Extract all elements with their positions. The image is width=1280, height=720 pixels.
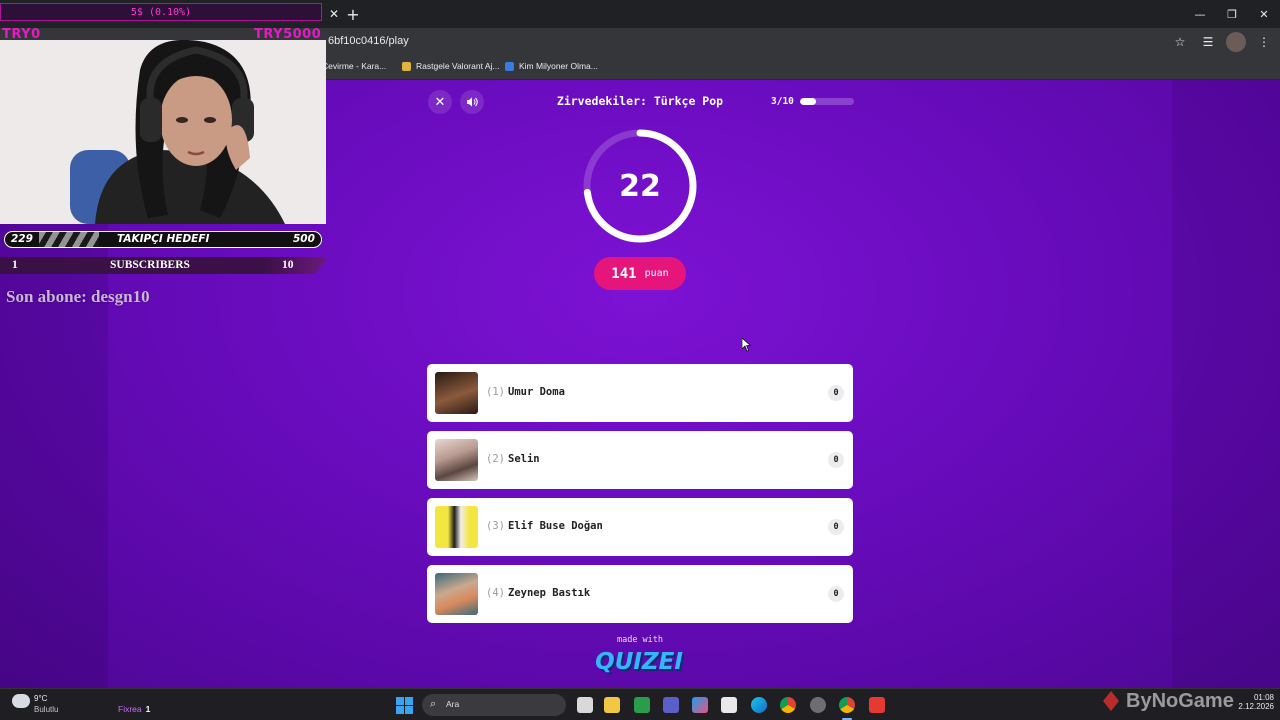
- edge-icon[interactable]: [751, 697, 767, 713]
- option-index: (1): [486, 386, 505, 398]
- bookmark-favicon-icon: [402, 61, 411, 71]
- bookmark-item[interactable]: Rastgele Valorant Aj...: [402, 61, 499, 71]
- close-quiz-button[interactable]: ✕: [428, 90, 452, 114]
- artist-thumbnail: [435, 439, 478, 481]
- option-count: 0: [828, 519, 844, 535]
- subscriber-goal-bar: 1 SUBSCRIBERS 10: [0, 257, 328, 274]
- follower-goal-label: TAKIPÇI HEDEFI: [117, 233, 210, 245]
- taskbar-search[interactable]: ⌕ Ara: [422, 694, 566, 716]
- task-view-icon[interactable]: [577, 697, 593, 713]
- search-icon: ⌕: [430, 697, 437, 710]
- answer-option[interactable]: (3) Elif Buse Doğan 0: [427, 498, 853, 556]
- clock-date: 2.12.2026: [1238, 702, 1274, 711]
- artist-thumbnail: [435, 506, 478, 548]
- chrome-active-icon[interactable]: [839, 697, 855, 713]
- artist-thumbnail: [435, 573, 478, 615]
- clock-time: 01:08: [1253, 693, 1274, 702]
- score-value: 141: [611, 265, 637, 282]
- countdown-timer: 22: [581, 127, 699, 245]
- speaker-icon: [467, 97, 478, 107]
- subscriber-goal-label: SUBSCRIBERS: [110, 259, 190, 271]
- option-index: (4): [486, 587, 505, 599]
- artist-thumbnail: [435, 372, 478, 414]
- system-clock[interactable]: 01:08 2.12.2026: [1228, 693, 1274, 711]
- timer-value: 22: [619, 168, 661, 204]
- menu-icon[interactable]: ⋮: [1254, 32, 1274, 52]
- last-subscriber-text: Son abone: desgn10: [6, 287, 150, 306]
- recording-app-icon[interactable]: [869, 697, 885, 713]
- file-explorer-icon[interactable]: [604, 697, 620, 713]
- option-count: 0: [828, 385, 844, 401]
- answer-option[interactable]: (1) Umur Doma 0: [427, 364, 853, 422]
- option-index: (3): [486, 520, 505, 532]
- bookmark-item[interactable]: Kim Milyoner Olma...: [505, 61, 598, 71]
- option-count: 0: [828, 452, 844, 468]
- fixrea-counter: Fixrea 1: [118, 704, 151, 714]
- follower-goal-bar: 229 TAKIPÇI HEDEFI 500: [4, 231, 322, 248]
- follower-target: 500: [293, 233, 315, 245]
- bookmark-item[interactable]: Çevirme - Kara...: [322, 61, 386, 71]
- option-index: (2): [486, 453, 505, 465]
- copilot-icon[interactable]: [692, 697, 708, 713]
- bynogame-logo-icon: [1103, 691, 1119, 711]
- bookmark-favicon-icon: [505, 61, 514, 71]
- donation-goal-bar: 5$ (0.10%): [0, 3, 322, 21]
- weather-cloud-icon[interactable]: [12, 694, 30, 708]
- search-placeholder: Ara: [446, 699, 460, 709]
- goal-stripes: [39, 232, 99, 247]
- windows-start-icon[interactable]: [396, 697, 413, 714]
- address-bar-actions: ☆ ☰ ⋮: [1170, 32, 1274, 52]
- score-unit: puan: [644, 268, 669, 279]
- mouse-cursor-icon: [742, 338, 752, 352]
- minimize-icon[interactable]: —: [1184, 0, 1216, 28]
- profile-avatar[interactable]: [1226, 32, 1246, 52]
- streamer-webcam-image: [0, 40, 326, 224]
- progress-bar: [800, 98, 854, 105]
- question-counter: 3/10: [771, 96, 794, 107]
- subscriber-target: 10: [282, 259, 294, 271]
- close-tab-icon[interactable]: ✕: [326, 4, 342, 24]
- option-label: Zeynep Bastık: [508, 587, 591, 599]
- option-count: 0: [828, 586, 844, 602]
- quizei-logo[interactable]: QUIZEI QUIZEI: [596, 645, 684, 679]
- option-label: Elif Buse Doğan: [508, 520, 603, 532]
- bynogame-watermark: ByNoGame: [1100, 686, 1234, 716]
- nvidia-icon[interactable]: [634, 697, 650, 713]
- score-badge: 141 puan: [594, 257, 686, 290]
- bookmark-star-icon[interactable]: ☆: [1170, 32, 1190, 52]
- weather-description: Bulutlu: [34, 705, 59, 714]
- subscriber-current: 1: [12, 259, 18, 271]
- url-field[interactable]: 6bf10c0416/play: [328, 35, 409, 47]
- answer-option[interactable]: (2) Selin 0: [427, 431, 853, 489]
- sound-toggle-button[interactable]: [460, 90, 484, 114]
- progress-fill: [800, 98, 817, 105]
- teams-icon[interactable]: [663, 697, 679, 713]
- option-label: Umur Doma: [508, 386, 565, 398]
- side-band: [1172, 80, 1280, 688]
- webcam-feed: [0, 40, 326, 224]
- close-window-icon[interactable]: ✕: [1248, 0, 1280, 28]
- taskbar: 9°C Bulutlu Fixrea 1 ⌕ Ara 01:08 2.12.202…: [0, 688, 1280, 720]
- store-icon[interactable]: [721, 697, 737, 713]
- logo-text: QUIZEI: [596, 649, 683, 675]
- reading-list-icon[interactable]: ☰: [1198, 32, 1218, 52]
- option-label: Selin: [508, 453, 540, 465]
- weather-temperature: 9°C: [34, 694, 48, 703]
- window-controls: — ❐ ✕: [1184, 0, 1280, 28]
- made-with-label: made with: [616, 635, 664, 645]
- obs-icon[interactable]: [810, 697, 826, 713]
- quiz-title: Zirvedekiler: Türkçe Pop: [556, 94, 724, 108]
- chrome-icon[interactable]: [780, 697, 796, 713]
- answer-list: (1) Umur Doma 0 (2) Selin 0 (3) Elif Bus…: [427, 364, 853, 632]
- restore-icon[interactable]: ❐: [1216, 0, 1248, 28]
- new-tab-button[interactable]: +: [344, 4, 362, 24]
- answer-option[interactable]: (4) Zeynep Bastık 0: [427, 565, 853, 623]
- follower-current: 229: [11, 233, 33, 245]
